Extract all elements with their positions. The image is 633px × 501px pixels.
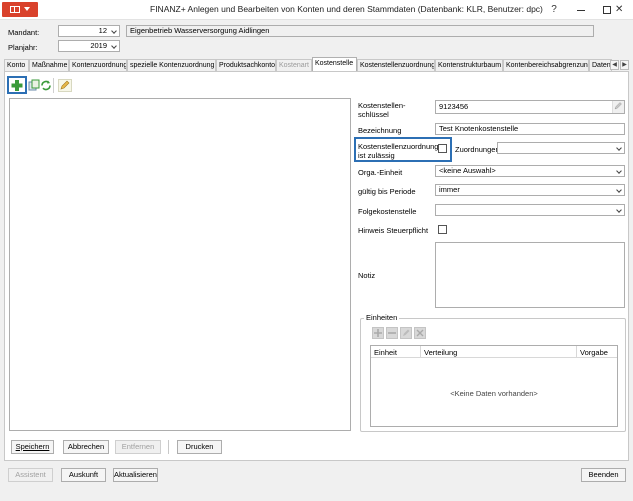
schluessel-label-1: Kostenstellen- — [358, 101, 406, 110]
zuordnung-label-1: Kostenstellenzuordnung — [358, 142, 439, 151]
periode-value: immer — [439, 185, 460, 194]
close-icon — [416, 329, 424, 337]
column-divider — [420, 346, 421, 358]
toolbar-separator — [53, 78, 54, 93]
empty-state-text: <Keine Daten vorhanden> — [450, 389, 538, 398]
einheiten-add-button[interactable] — [372, 327, 384, 339]
exit-button[interactable]: Beenden — [581, 468, 626, 482]
chevron-down-icon — [616, 145, 622, 151]
kostenstellen-tree[interactable] — [9, 98, 351, 431]
window-title: FINANZ+ Anlegen und Bearbeiten von Konte… — [150, 4, 543, 14]
zuordnungen-select[interactable] — [497, 142, 625, 154]
exit-label: Beenden — [588, 470, 619, 479]
tab-kostenstelle[interactable]: Kostenstelle — [312, 57, 357, 71]
mandant-name-field: Eigenbetrieb Wasserversorgung Aidlingen — [126, 25, 594, 37]
mandant-select[interactable]: 12 — [58, 25, 120, 37]
schluessel-lookup-button[interactable] — [612, 101, 624, 113]
einheiten-edit-button[interactable] — [400, 327, 412, 339]
steuer-label: Hinweis Steuerpflicht — [358, 226, 429, 235]
tab-kostenart: Kostenart — [276, 59, 312, 71]
zuordnung-label-2: ist zulässig — [358, 151, 395, 160]
chevron-down-icon — [616, 187, 622, 193]
remove-button[interactable]: Entfernen — [115, 440, 161, 454]
plus-icon — [11, 80, 23, 91]
orga-select[interactable]: <keine Auswahl> — [435, 165, 625, 177]
assistant-button[interactable]: Assistent — [8, 468, 53, 482]
add-button[interactable] — [10, 79, 24, 92]
bezeichnung-input[interactable]: Test Knotenkostenstelle — [435, 123, 625, 135]
orga-value: <keine Auswahl> — [439, 166, 496, 175]
close-button[interactable]: ✕ — [607, 2, 631, 18]
minus-icon — [388, 332, 396, 334]
tab-kontenbereichsabgrenzung[interactable]: Kontenbereichsabgrenzung — [503, 59, 589, 71]
periode-select[interactable]: immer — [435, 184, 625, 196]
tab-kostenstellenzuordnung[interactable]: Kostenstellenzuordnung — [357, 59, 435, 71]
close-icon: ✕ — [615, 4, 624, 15]
save-button[interactable]: Speichern — [11, 440, 54, 454]
plus-icon — [374, 329, 382, 337]
einheiten-title: Einheiten — [364, 313, 400, 322]
tab-kontenstrukturbaum[interactable]: Kontenstrukturbaum — [435, 59, 503, 71]
column-divider — [576, 346, 577, 358]
column-header-einheit[interactable]: Einheit — [374, 348, 397, 357]
pencil-icon — [403, 329, 410, 336]
tab-scroll-right-button[interactable]: ▶ — [620, 60, 629, 70]
zuordnung-zulaessig-checkbox[interactable] — [438, 144, 447, 153]
column-header-verteilung[interactable]: Verteilung — [424, 348, 457, 357]
folge-select[interactable] — [435, 204, 625, 216]
help-button[interactable]: ? — [541, 2, 567, 18]
tab-scroll-left-button[interactable]: ◀ — [610, 60, 619, 70]
tab-konto[interactable]: Konto — [4, 59, 29, 71]
tab-kontenzuordnung[interactable]: Kontenzuordnung — [69, 59, 127, 71]
orga-label: Orga.-Einheit — [358, 168, 403, 177]
refresh-button[interactable] — [40, 79, 52, 92]
minimize-button[interactable] — [568, 2, 594, 18]
column-header-vorgabe[interactable]: Vorgabe — [580, 348, 608, 357]
pencil-icon — [60, 80, 70, 90]
chevron-down-icon — [616, 207, 622, 213]
folge-label: Folgekostenstelle — [358, 207, 417, 216]
steuerpflicht-checkbox[interactable] — [438, 225, 447, 234]
save-label: Speichern — [15, 442, 50, 451]
refresh-data-button[interactable]: Aktualisieren — [113, 468, 158, 482]
button-separator — [168, 440, 169, 454]
planjahr-label: Planjahr: — [8, 43, 38, 52]
copy-button[interactable] — [28, 79, 40, 92]
tab-daten[interactable]: Daten — [589, 59, 612, 71]
schluessel-label-2: schlüssel — [358, 110, 389, 119]
notiz-label: Notiz — [358, 271, 376, 280]
minimize-icon — [577, 10, 585, 11]
zuordnungen-label: Zuordnungen — [455, 145, 500, 154]
chevron-down-icon — [111, 43, 117, 49]
planjahr-select[interactable]: 2019 — [58, 40, 120, 52]
bezeichnung-label: Bezeichnung — [358, 126, 402, 135]
copy-icon — [28, 79, 40, 91]
planjahr-value: 2019 — [90, 41, 107, 50]
print-button[interactable]: Drucken — [177, 440, 222, 454]
chevron-right-icon: ▶ — [622, 62, 627, 68]
pencil-icon — [614, 102, 622, 110]
mandant-value: 12 — [98, 26, 107, 35]
einheiten-table[interactable]: Einheit Verteilung Vorgabe <Keine Daten … — [370, 345, 618, 427]
periode-label: gültig bis Periode — [358, 187, 416, 196]
cancel-button[interactable]: Abbrechen — [63, 440, 109, 454]
dropdown-arrow-icon — [24, 7, 30, 11]
mandant-label: Mandant: — [8, 28, 40, 37]
app-menu-button[interactable] — [2, 2, 38, 17]
refresh-icon — [41, 80, 51, 91]
chevron-down-icon — [111, 28, 117, 34]
schluessel-input[interactable]: 9123456 — [435, 100, 625, 114]
app-icon — [10, 6, 20, 13]
einheiten-remove-button[interactable] — [386, 327, 398, 339]
einheiten-delete-button[interactable] — [414, 327, 426, 339]
chevron-left-icon: ◀ — [612, 62, 617, 68]
info-button[interactable]: Auskunft — [61, 468, 106, 482]
tab-spezielle-kontenzuordnung[interactable]: spezielle Kontenzuordnung — [127, 59, 216, 71]
chevron-down-icon — [616, 168, 622, 174]
edit-button[interactable] — [58, 79, 72, 92]
tab-produktsachkonto[interactable]: Produktsachkonto — [216, 59, 276, 71]
notiz-textarea[interactable] — [435, 242, 625, 308]
tab-massnahme[interactable]: Maßnahme — [29, 59, 69, 71]
